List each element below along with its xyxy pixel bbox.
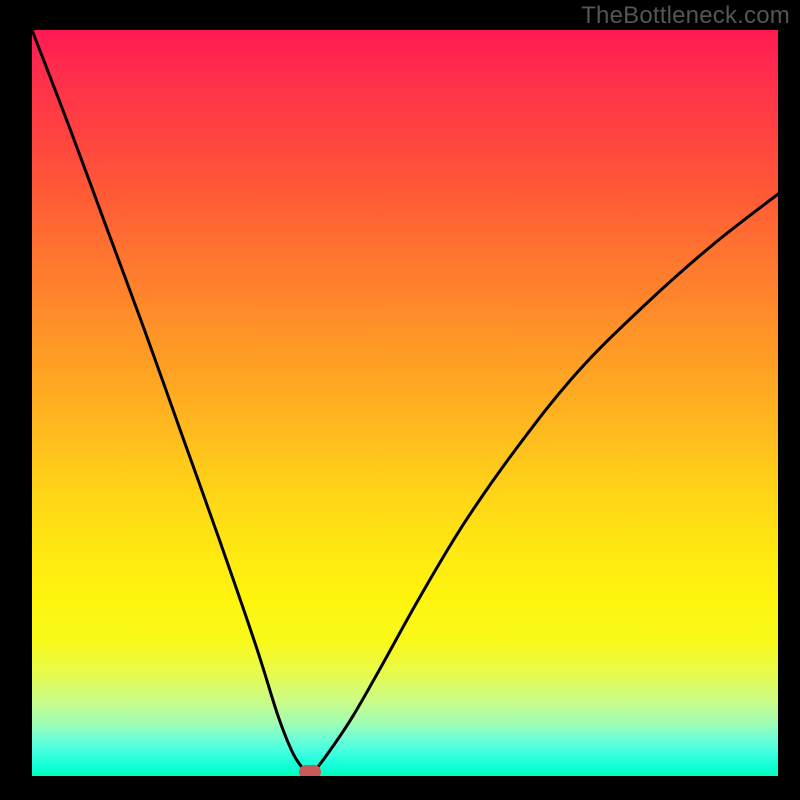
chart-frame: TheBottleneck.com: [0, 0, 800, 800]
watermark-text: TheBottleneck.com: [581, 2, 790, 30]
plot-area: [32, 30, 778, 776]
optimal-marker: [299, 765, 321, 776]
bottleneck-curve: [32, 30, 778, 776]
